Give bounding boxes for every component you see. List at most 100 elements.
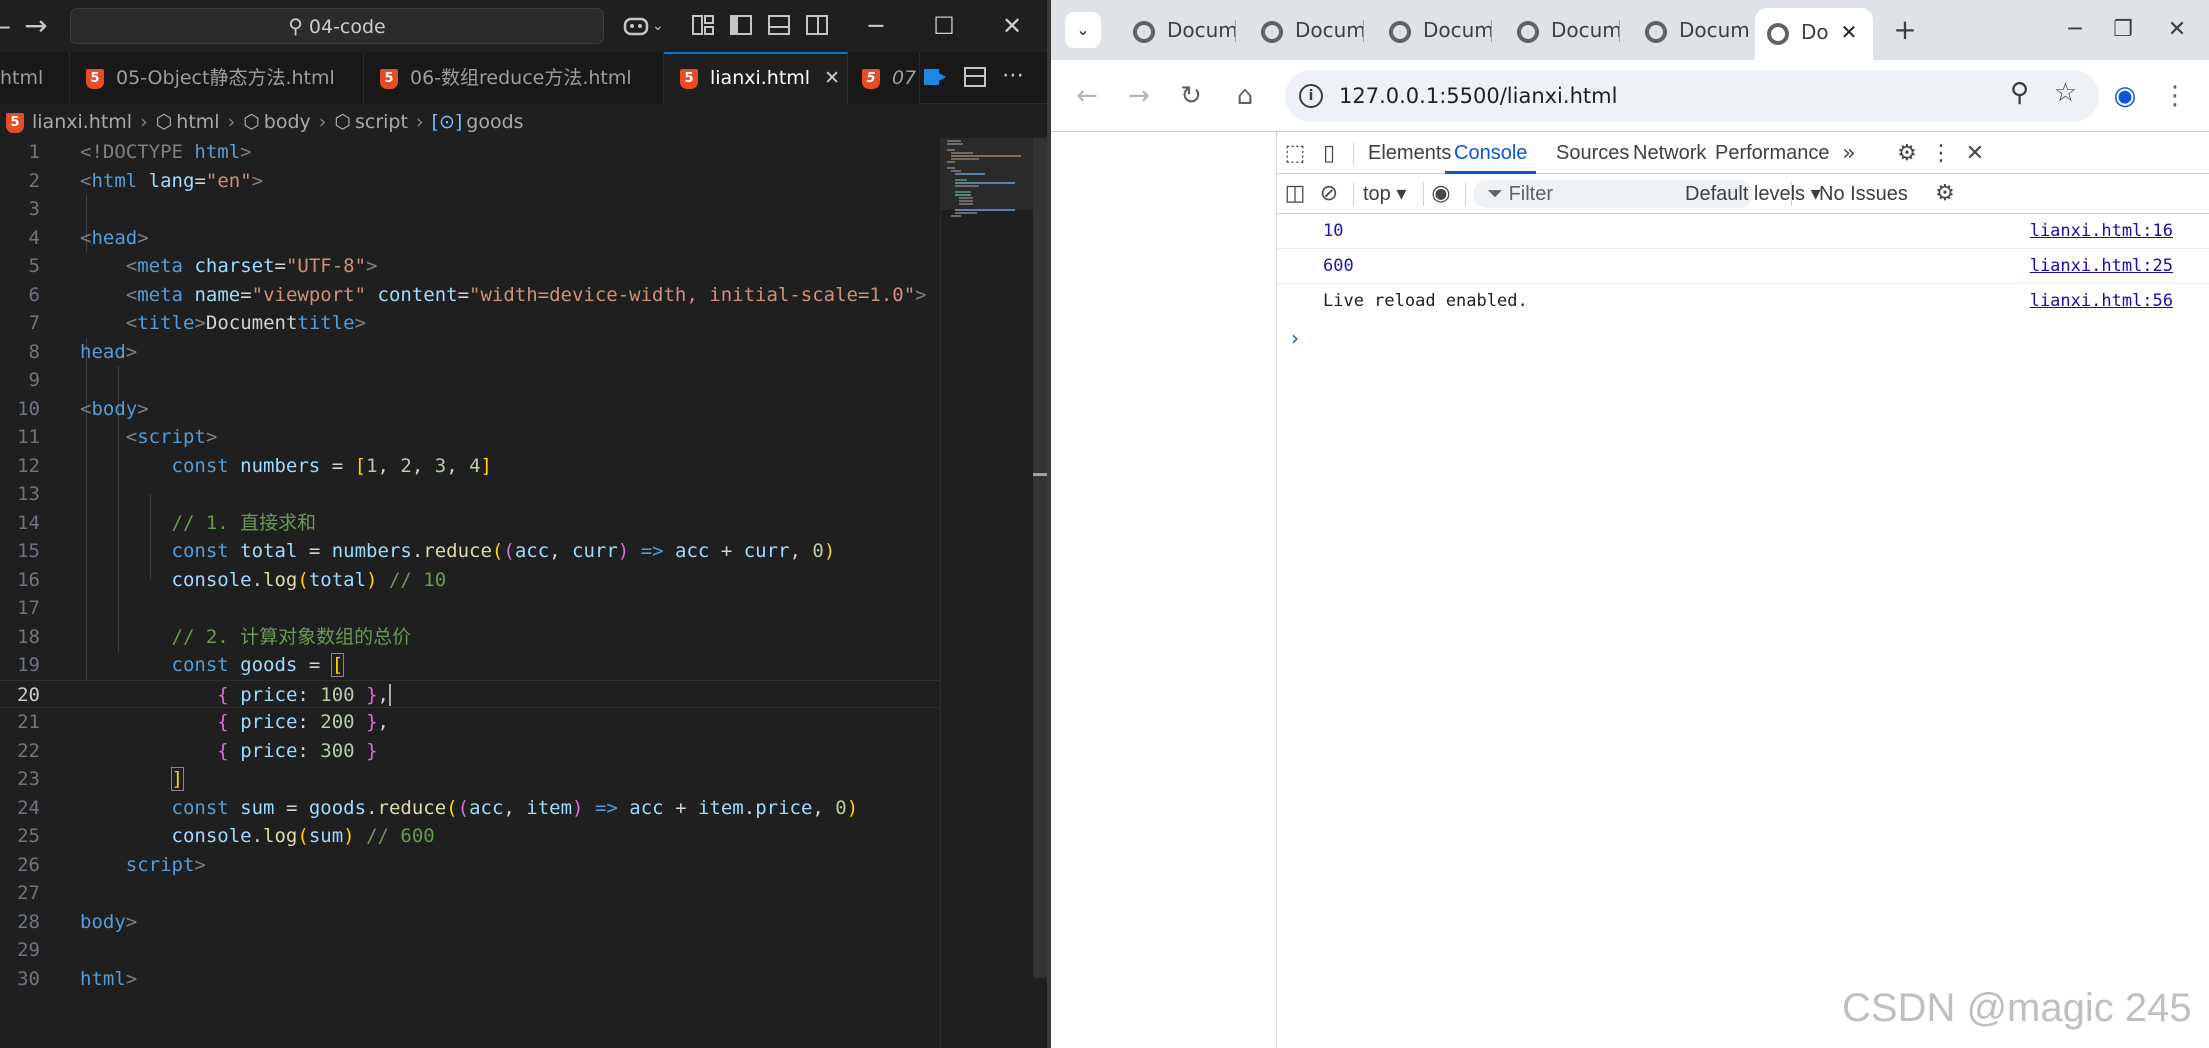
command-center-search[interactable]: ⚲ 04-code: [70, 8, 604, 44]
address-url[interactable]: 127.0.0.1:5500/lianxi.html: [1339, 70, 1617, 122]
context-selector[interactable]: top ▾: [1363, 174, 1406, 214]
tab-07[interactable]: 5 07: [848, 52, 920, 104]
toggle-panel-icon[interactable]: [766, 12, 794, 40]
minimap-line: [955, 185, 979, 187]
device-toolbar-icon[interactable]: ▯: [1315, 140, 1343, 168]
code-editor[interactable]: 1 <!DOCTYPE html> 2 <html lang="en"> 3 4 <h…: [0, 138, 940, 1048]
restore-icon[interactable]: ❐: [2103, 12, 2143, 48]
issues-counter[interactable]: No Issues: [1819, 174, 1908, 214]
browser-tab-label: Docum: [1679, 18, 1750, 42]
close-icon[interactable]: ✕: [2157, 12, 2197, 48]
customize-menu-icon[interactable]: ⋮: [1927, 140, 1955, 168]
profile-icon[interactable]: ◉: [2107, 78, 2143, 114]
toggle-secondary-sidebar-icon[interactable]: [804, 12, 832, 40]
breadcrumb-html[interactable]: html: [176, 111, 219, 133]
line-number: 27: [17, 882, 40, 904]
console-source-link[interactable]: lianxi.html:16: [2030, 214, 2173, 249]
code-token: curr: [743, 540, 790, 562]
code-token: const: [171, 540, 229, 562]
toggle-sidebar-icon[interactable]: [728, 12, 756, 40]
breadcrumb-script[interactable]: script: [355, 111, 408, 133]
scrollbar-thumb[interactable]: [1033, 138, 1047, 978]
tab-html[interactable]: html: [0, 52, 70, 104]
browser-tab[interactable]: Docum: [1247, 10, 1367, 50]
chrome-menu-icon[interactable]: ⋮: [2157, 78, 2193, 114]
line-number: 17: [17, 597, 40, 619]
breadcrumb-body[interactable]: body: [264, 111, 311, 133]
globe-icon: [1389, 20, 1411, 43]
more-actions-icon[interactable]: ⋯: [1002, 62, 1030, 90]
browser-tab[interactable]: Docum: [1631, 10, 1751, 50]
show-sidebar-icon[interactable]: ◫: [1281, 180, 1309, 208]
browser-tab[interactable]: Docum: [1503, 10, 1623, 50]
tab-network[interactable]: Network: [1633, 132, 1706, 174]
element-icon: ⬡: [155, 111, 173, 133]
inspect-element-icon[interactable]: ⬚: [1281, 140, 1309, 168]
forward-arrow-icon[interactable]: →: [1121, 78, 1157, 114]
minimap-line: [959, 200, 973, 202]
more-tabs-chevron-icon[interactable]: »: [1835, 140, 1863, 168]
line-number: 1: [28, 141, 40, 163]
line-number: 19: [17, 654, 40, 676]
minimap[interactable]: [940, 138, 1036, 1048]
code-token: content: [377, 283, 458, 306]
console-source-link[interactable]: lianxi.html:56: [2030, 284, 2173, 319]
code-token: goods: [240, 654, 298, 676]
tab-console[interactable]: Console: [1445, 132, 1537, 174]
reload-icon[interactable]: ↻: [1173, 78, 1209, 114]
code-token: curr: [572, 540, 618, 562]
browser-tab[interactable]: Docum: [1375, 10, 1495, 50]
editor-scrollbar[interactable]: [1033, 138, 1047, 1048]
tab-close-icon[interactable]: ✕: [1841, 20, 1858, 44]
minimize-icon[interactable]: ─: [856, 8, 896, 44]
tab-lianxi[interactable]: 5 lianxi.html ✕: [664, 52, 848, 104]
live-expression-eye-icon[interactable]: ◉: [1427, 180, 1455, 208]
address-bar[interactable]: i 127.0.0.1:5500/lianxi.html ⚲ ☆: [1285, 70, 2099, 122]
copilot-icon[interactable]: [622, 12, 650, 40]
tab-search-chevron-icon[interactable]: ⌄: [1065, 12, 1101, 48]
bookmark-star-icon[interactable]: ☆: [2054, 78, 2077, 108]
zoom-icon[interactable]: ⚲: [2010, 78, 2029, 108]
code-token: meta: [137, 255, 183, 277]
site-info-icon[interactable]: i: [1299, 84, 1323, 108]
minimize-icon[interactable]: ─: [2055, 12, 2095, 48]
home-icon[interactable]: ⌂: [1227, 78, 1263, 114]
open-preview-icon[interactable]: [922, 64, 950, 92]
close-icon[interactable]: ✕: [992, 8, 1032, 44]
console-prompt[interactable]: ›: [1291, 326, 1299, 350]
clear-console-icon[interactable]: ⊘: [1315, 180, 1343, 208]
log-levels-dropdown[interactable]: Default levels ▾: [1685, 174, 1821, 214]
back-arrow-icon[interactable]: ←: [1069, 78, 1105, 114]
close-devtools-icon[interactable]: ✕: [1961, 140, 1989, 168]
tab-close-icon[interactable]: ✕: [824, 54, 840, 102]
settings-gear-icon[interactable]: ⚙: [1893, 140, 1921, 168]
code-token: lang: [148, 169, 195, 192]
tab-separator: [1363, 20, 1364, 42]
code-token: item: [526, 796, 573, 819]
devtools-panel: ⬚ ▯ Elements Console Sources Network Per…: [1277, 132, 2209, 1048]
browser-tab-label: Docum: [1167, 18, 1238, 42]
browser-tab[interactable]: Docum: [1119, 10, 1239, 50]
breadcrumb-file[interactable]: lianxi.html: [32, 111, 132, 133]
split-editor-icon[interactable]: [962, 64, 990, 92]
code-line: 30 html>: [0, 965, 940, 994]
code-line: 10 <body>: [0, 395, 940, 424]
maximize-icon[interactable]: ☐: [924, 8, 964, 44]
vscode-titlebar: – → ⚲04-code ⌄ ─ ☐ ✕: [0, 0, 1047, 52]
new-tab-plus-icon[interactable]: +: [1887, 12, 1923, 48]
breadcrumb-goods[interactable]: goods: [466, 111, 523, 133]
code-token: goods: [308, 796, 367, 819]
tab-05-object[interactable]: 5 05-Object静态方法.html: [70, 52, 364, 104]
forward-arrow-icon[interactable]: →: [18, 8, 54, 44]
console-settings-gear-icon[interactable]: ⚙: [1931, 180, 1959, 208]
tab-elements[interactable]: Elements: [1368, 132, 1451, 174]
line-number: 30: [17, 967, 40, 990]
chevron-down-icon[interactable]: ⌄: [652, 12, 680, 40]
tab-sources[interactable]: Sources: [1556, 132, 1629, 174]
customize-layout-icon[interactable]: [690, 12, 718, 40]
console-source-link[interactable]: lianxi.html:25: [2030, 249, 2173, 284]
browser-tab-active[interactable]: Do ✕: [1755, 8, 1873, 60]
tab-06-reduce[interactable]: 5 06-数组reduce方法.html: [364, 52, 664, 104]
tab-performance[interactable]: Performance: [1715, 132, 1830, 174]
code-line: 1 <!DOCTYPE html>: [0, 138, 940, 167]
